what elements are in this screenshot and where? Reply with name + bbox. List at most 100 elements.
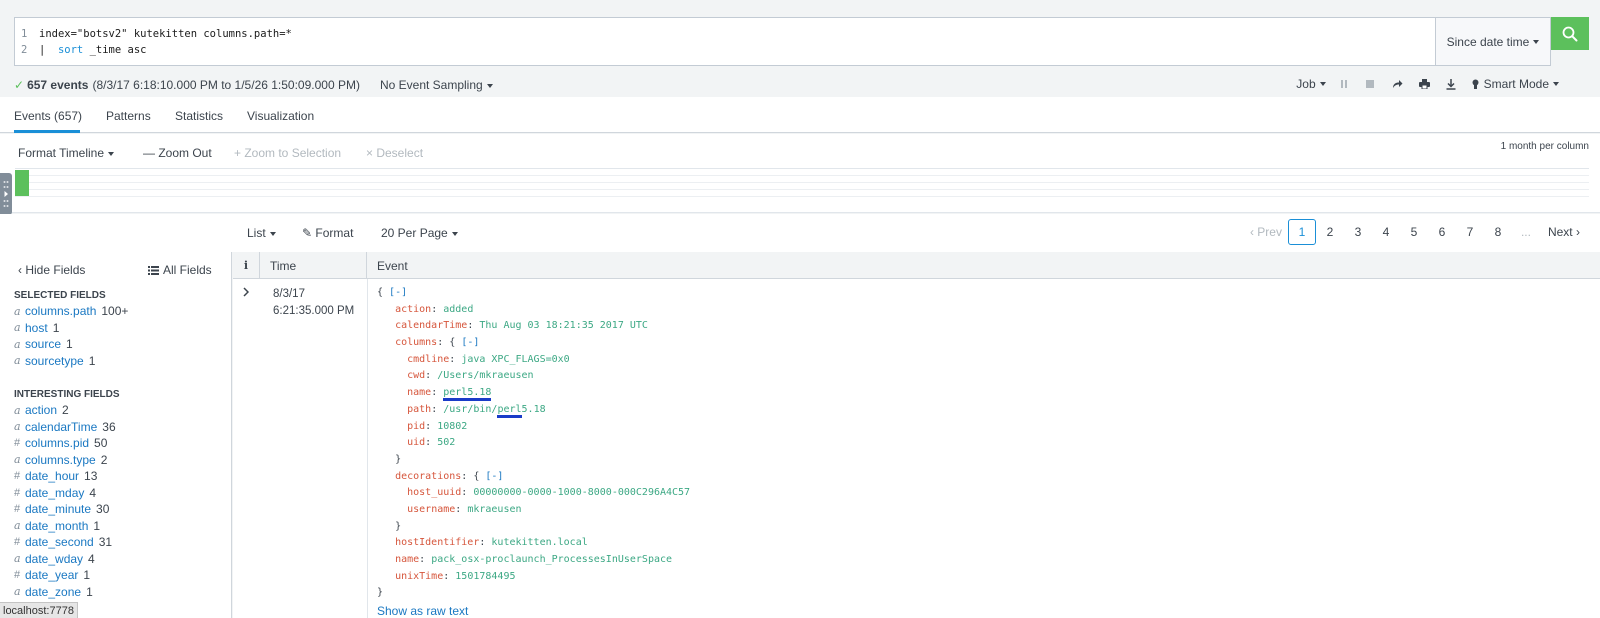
field-item[interactable]: a host 1 xyxy=(14,320,59,336)
all-fields-button[interactable]: All Fields xyxy=(148,263,212,277)
json-key[interactable]: cwd xyxy=(407,370,425,381)
field-item[interactable]: # date_mday 4 xyxy=(14,485,96,501)
json-key[interactable]: cmdline xyxy=(407,354,449,365)
json-key[interactable]: uid xyxy=(407,437,425,448)
page-2[interactable]: 2 xyxy=(1316,219,1344,245)
json-key[interactable]: path xyxy=(407,404,431,415)
format-button[interactable]: ✎ Format xyxy=(302,226,353,240)
next-page-button[interactable]: Next › xyxy=(1548,219,1580,245)
field-name[interactable]: date_minute xyxy=(25,502,91,516)
field-name[interactable]: date_second xyxy=(25,535,94,549)
stop-button[interactable] xyxy=(1365,80,1374,88)
field-name[interactable]: host xyxy=(25,321,48,335)
show-raw-text-link[interactable]: Show as raw text xyxy=(377,604,468,618)
field-name[interactable]: date_zone xyxy=(25,585,81,599)
field-name[interactable]: date_month xyxy=(25,519,88,533)
field-name[interactable]: columns.type xyxy=(25,453,96,467)
collapse-toggle[interactable]: [-] xyxy=(389,287,407,298)
field-item[interactable]: a sourcetype 1 xyxy=(14,353,95,369)
json-value[interactable]: kutekitten.local xyxy=(491,537,587,548)
json-value[interactable]: /usr/bin/perl5.18 xyxy=(443,403,546,418)
json-key[interactable]: unixTime xyxy=(395,571,443,582)
field-item[interactable]: # date_second 31 xyxy=(14,534,112,550)
pause-button[interactable] xyxy=(1340,80,1348,88)
json-value[interactable]: 10802 xyxy=(437,421,467,432)
field-item[interactable]: a source 1 xyxy=(14,336,73,352)
search-input[interactable]: 1 index="botsv2" kutekitten columns.path… xyxy=(14,17,1436,66)
zoom-to-selection-button[interactable]: + Zoom to Selection xyxy=(234,146,341,160)
json-value-highlighted[interactable]: perl5.18 xyxy=(443,387,492,402)
prev-page-button[interactable]: ‹ Prev xyxy=(1250,219,1282,245)
json-value[interactable]: Thu Aug 03 18:21:35 2017 UTC xyxy=(479,320,648,331)
expand-row-button[interactable] xyxy=(243,287,249,297)
search-mode-dropdown[interactable]: Smart Mode xyxy=(1472,77,1559,91)
field-item[interactable]: a action 2 xyxy=(14,402,69,418)
field-name[interactable]: date_year xyxy=(25,568,78,582)
field-name[interactable]: columns.path xyxy=(25,304,96,318)
field-item[interactable]: a calendarTime 36 xyxy=(14,419,116,435)
field-item[interactable]: a columns.type 2 xyxy=(14,452,107,468)
json-key[interactable]: columns xyxy=(395,337,437,348)
page-8[interactable]: 8 xyxy=(1484,219,1512,245)
deselect-button[interactable]: × Deselect xyxy=(366,146,423,160)
field-name[interactable]: action xyxy=(25,403,57,417)
page-1[interactable]: 1 xyxy=(1287,219,1316,245)
json-key[interactable]: pid xyxy=(407,421,425,432)
json-value[interactable]: java XPC_FLAGS=0x0 xyxy=(461,354,569,365)
page-4[interactable]: 4 xyxy=(1372,219,1400,245)
tab-patterns[interactable]: Patterns xyxy=(106,109,151,123)
field-item[interactable]: a date_zone 1 xyxy=(14,584,93,600)
collapse-toggle[interactable]: [-] xyxy=(485,471,503,482)
format-timeline-button[interactable]: Format Timeline xyxy=(18,146,115,160)
field-item[interactable]: a date_wday 4 xyxy=(14,551,95,567)
json-value[interactable]: pack_osx-proclaunch_ProcessesInUserSpace xyxy=(431,554,672,565)
timeline-bar[interactable] xyxy=(15,170,29,196)
json-key[interactable]: hostIdentifier xyxy=(395,537,479,548)
field-name[interactable]: columns.pid xyxy=(25,436,89,450)
field-name[interactable]: date_hour xyxy=(25,469,79,483)
zoom-out-button[interactable]: — Zoom Out xyxy=(143,146,212,160)
json-key[interactable]: calendarTime xyxy=(395,320,467,331)
event-column-header[interactable]: Event xyxy=(367,252,1600,279)
print-button[interactable] xyxy=(1418,79,1430,89)
json-value[interactable]: 1501784495 xyxy=(455,571,515,582)
json-value[interactable]: 502 xyxy=(437,437,455,448)
tab-visualization[interactable]: Visualization xyxy=(247,109,314,123)
page-6[interactable]: 6 xyxy=(1428,219,1456,245)
search-button[interactable] xyxy=(1551,17,1589,50)
collapse-toggle[interactable]: [-] xyxy=(461,337,479,348)
tab-events[interactable]: Events (657) xyxy=(14,109,82,123)
field-name[interactable]: source xyxy=(25,337,61,351)
json-value[interactable]: /Users/mkraeusen xyxy=(437,370,533,381)
json-key[interactable]: decorations xyxy=(395,471,461,482)
list-view-dropdown[interactable]: List xyxy=(247,226,276,240)
page-5[interactable]: 5 xyxy=(1400,219,1428,245)
page-3[interactable]: 3 xyxy=(1344,219,1372,245)
sidebar-toggle-handle[interactable] xyxy=(0,173,12,215)
json-value[interactable]: 00000000-0000-1000-8000-000C296A4C57 xyxy=(473,487,690,498)
field-item[interactable]: # columns.pid 50 xyxy=(14,435,107,451)
time-column-header[interactable]: Time xyxy=(260,252,367,279)
export-button[interactable] xyxy=(1446,78,1456,90)
json-key[interactable]: username xyxy=(407,504,455,515)
share-button[interactable] xyxy=(1392,79,1403,89)
json-key[interactable]: name xyxy=(395,554,419,565)
page-7[interactable]: 7 xyxy=(1456,219,1484,245)
field-name[interactable]: date_wday xyxy=(25,552,83,566)
field-name[interactable]: calendarTime xyxy=(25,420,97,434)
field-item[interactable]: # date_hour 13 xyxy=(14,468,97,484)
json-key[interactable]: host_uuid xyxy=(407,487,461,498)
event-sampling-dropdown[interactable]: No Event Sampling xyxy=(380,78,493,92)
field-item[interactable]: a date_month 1 xyxy=(14,518,100,534)
field-item[interactable]: # date_year 1 xyxy=(14,567,90,583)
info-column-header[interactable]: i xyxy=(233,252,260,279)
field-item[interactable]: a columns.path 100+ xyxy=(14,303,128,319)
hide-fields-button[interactable]: ‹ Hide Fields xyxy=(18,263,85,277)
json-key[interactable]: action xyxy=(395,304,431,315)
tab-statistics[interactable]: Statistics xyxy=(175,109,223,123)
per-page-dropdown[interactable]: 20 Per Page xyxy=(381,226,458,240)
timeline-chart[interactable] xyxy=(15,168,1589,197)
field-name[interactable]: sourcetype xyxy=(25,354,84,368)
json-value[interactable]: added xyxy=(443,304,473,315)
field-item[interactable]: # date_minute 30 xyxy=(14,501,109,517)
